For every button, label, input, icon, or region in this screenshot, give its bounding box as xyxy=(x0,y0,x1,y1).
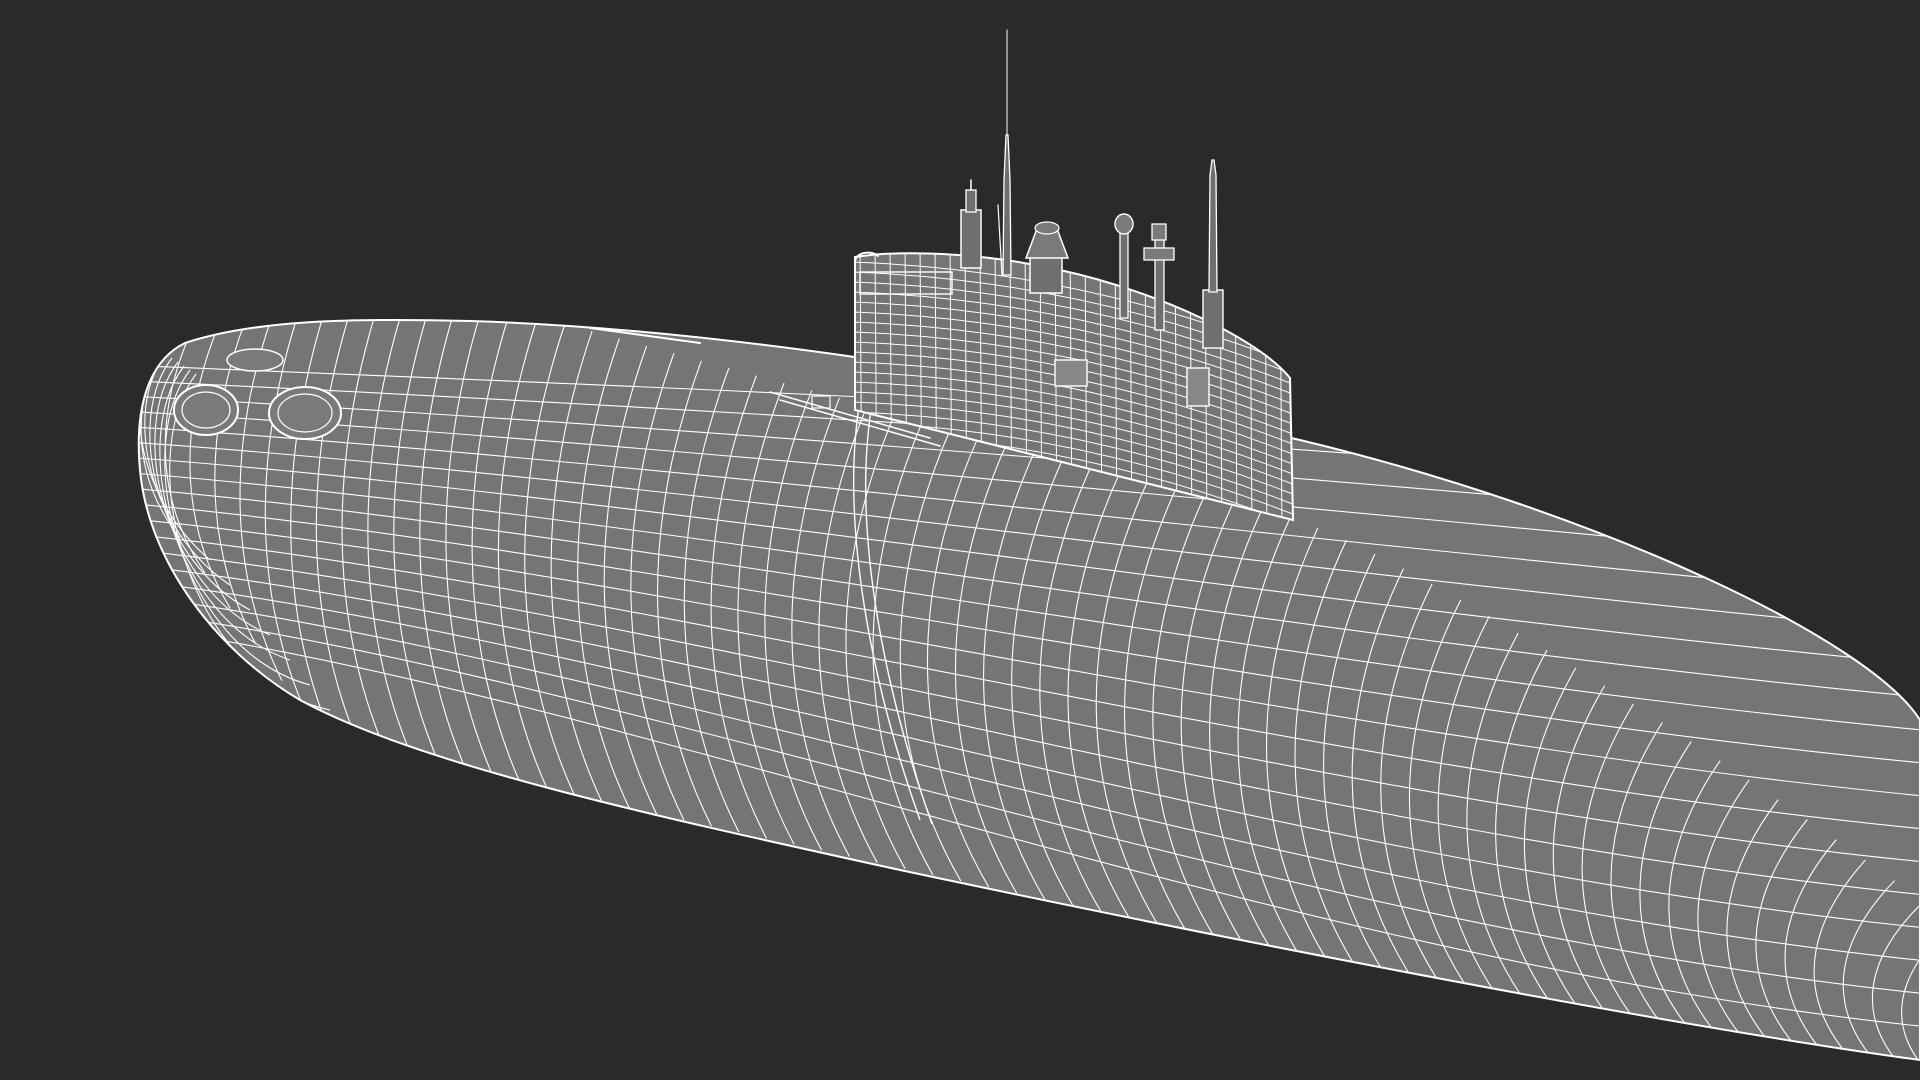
torpedo-door-top xyxy=(226,348,284,372)
snorkel-mast xyxy=(960,179,982,269)
render-viewport xyxy=(0,0,1920,1080)
radar-mast xyxy=(1024,221,1070,294)
antenna-mast-right xyxy=(1202,159,1224,349)
wireframe-render xyxy=(137,29,1920,1062)
sail-hatch-2 xyxy=(1186,367,1210,407)
torpedo-door-right xyxy=(268,386,342,440)
antenna-mast-tall xyxy=(997,29,1012,276)
sail-hatch-1 xyxy=(1054,359,1088,387)
